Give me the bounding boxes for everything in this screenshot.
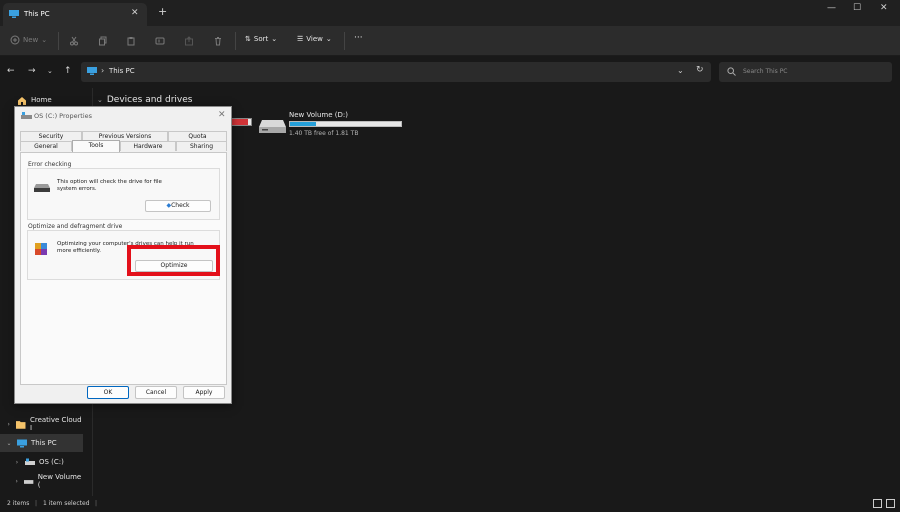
maximize-button[interactable]: ☐ xyxy=(853,3,861,13)
up-arrow-icon[interactable]: ↑ xyxy=(64,66,72,76)
monitor-icon xyxy=(9,10,19,18)
chevron-down-icon: ⌄ xyxy=(325,35,332,43)
drive-icon xyxy=(21,112,32,119)
search-placeholder: Search This PC xyxy=(743,68,788,75)
nav-item-creative-cloud[interactable]: › Creative Cloud I xyxy=(0,415,83,433)
forward-arrow-icon[interactable]: → xyxy=(28,66,36,76)
check-button-label: Check xyxy=(171,202,190,209)
view-label: View xyxy=(306,35,323,43)
nav-label-home: Home xyxy=(31,96,52,104)
optimize-label: Optimize and defragment drive xyxy=(28,223,125,230)
address-dropdown-icon[interactable]: ⌄ xyxy=(677,66,684,75)
minimize-button[interactable]: — xyxy=(827,3,836,13)
drive-d-capacity-bar xyxy=(289,121,402,127)
monitor-icon xyxy=(17,439,27,447)
recent-chevron-down-icon[interactable]: ⌄ xyxy=(47,67,53,75)
annotation-highlight-box xyxy=(127,245,220,276)
apply-button[interactable]: Apply xyxy=(183,386,225,399)
nav-label-this-pc: This PC xyxy=(31,439,57,447)
paste-icon[interactable] xyxy=(126,36,136,46)
nav-item-this-pc[interactable]: ⌄ This PC xyxy=(0,434,83,452)
toolbar-divider xyxy=(235,32,236,50)
breadcrumb-location[interactable]: This PC xyxy=(109,67,135,75)
refresh-icon[interactable]: ↻ xyxy=(696,65,704,75)
close-window-button[interactable]: ✕ xyxy=(880,3,888,13)
monitor-icon xyxy=(87,67,97,75)
tiles-view-icon[interactable] xyxy=(886,499,895,508)
drive-d-name: New Volume (D:) xyxy=(289,111,348,119)
command-bar: New ⌄ ⇅ Sort ⌄ ☰ View ⌄ ··· xyxy=(0,26,900,56)
tab-hardware[interactable]: Hardware xyxy=(120,141,176,151)
nav-item-new-volume[interactable]: › New Volume ( xyxy=(8,472,83,490)
hard-drive-icon xyxy=(259,120,286,133)
new-button[interactable]: New ⌄ xyxy=(10,35,47,45)
search-icon xyxy=(727,67,736,76)
check-button[interactable]: ◆Check xyxy=(145,200,211,212)
drive-icon xyxy=(34,184,50,192)
search-box[interactable]: Search This PC xyxy=(719,62,892,82)
rename-icon[interactable] xyxy=(155,36,165,46)
error-checking-description: This option will check the drive for fil… xyxy=(57,179,162,192)
tab-title: This PC xyxy=(24,10,50,18)
folder-icon xyxy=(16,420,26,429)
sort-label: Sort xyxy=(253,35,269,43)
ok-button[interactable]: OK xyxy=(87,386,129,399)
sort-button[interactable]: ⇅ Sort ⌄ xyxy=(245,35,277,43)
title-bar: This PC ✕ + — ☐ ✕ xyxy=(0,0,900,26)
status-item-count: 2 items xyxy=(7,500,30,507)
back-arrow-icon[interactable]: ← xyxy=(7,66,15,76)
dialog-title: OS (C:) Properties xyxy=(34,112,93,120)
drive-icon xyxy=(24,479,34,484)
drive-d-free-space: 1.40 TB free of 1.81 TB xyxy=(289,130,359,137)
view-button[interactable]: ☰ View ⌄ xyxy=(297,35,332,43)
drive-d-capacity-fill xyxy=(290,122,316,126)
tab-this-pc[interactable]: This PC ✕ xyxy=(3,3,147,26)
error-checking-label: Error checking xyxy=(28,161,74,168)
status-divider: | xyxy=(35,500,38,507)
tab-general[interactable]: General xyxy=(20,141,72,151)
nav-item-os-c[interactable]: › OS (C:) xyxy=(8,453,83,471)
section-devices-and-drives[interactable]: ⌄ Devices and drives xyxy=(97,95,192,105)
tab-tools[interactable]: Tools xyxy=(72,140,120,152)
chevron-down-icon: ⌄ xyxy=(271,35,278,43)
collapse-chevron-icon[interactable]: ⌄ xyxy=(4,440,14,447)
plus-circle-icon xyxy=(10,35,20,45)
section-title: Devices and drives xyxy=(106,95,193,105)
nav-label-new-volume: New Volume ( xyxy=(37,473,82,489)
nav-label-creative-cloud: Creative Cloud I xyxy=(29,416,82,432)
expand-chevron-icon[interactable]: › xyxy=(12,478,21,485)
sort-icon: ⇅ xyxy=(245,35,251,43)
status-selection: 1 item selected xyxy=(43,500,90,507)
new-tab-button[interactable]: + xyxy=(158,5,167,18)
address-bar[interactable]: › This PC ⌄ ↻ xyxy=(81,62,711,82)
chevron-down-icon: ⌄ xyxy=(41,36,48,44)
defrag-icon xyxy=(35,243,47,255)
copy-icon[interactable] xyxy=(98,36,108,46)
cancel-button[interactable]: Cancel xyxy=(135,386,177,399)
expand-chevron-icon[interactable]: › xyxy=(4,421,13,428)
status-divider: | xyxy=(95,500,98,507)
nav-label-os-c: OS (C:) xyxy=(39,458,64,466)
cut-icon[interactable] xyxy=(69,36,79,46)
new-label: New xyxy=(23,36,39,44)
delete-icon[interactable] xyxy=(213,36,223,46)
share-icon[interactable] xyxy=(184,36,194,46)
toolbar-divider xyxy=(344,32,345,50)
view-list-icon: ☰ xyxy=(297,35,304,43)
breadcrumb-chevron-icon: › xyxy=(101,66,105,75)
drive-icon xyxy=(25,458,35,465)
tab-close-icon[interactable]: ✕ xyxy=(131,8,139,18)
collapse-chevron-icon: ⌄ xyxy=(97,96,103,104)
tab-sharing[interactable]: Sharing xyxy=(176,141,227,151)
expand-chevron-icon[interactable]: › xyxy=(12,459,22,466)
home-icon xyxy=(18,96,26,105)
status-bar: 2 items | 1 item selected | xyxy=(0,496,900,512)
see-more-button[interactable]: ··· xyxy=(354,33,363,43)
error-checking-group: Error checking This option will check th… xyxy=(27,161,220,220)
details-view-icon[interactable] xyxy=(873,499,882,508)
dialog-close-icon[interactable]: ✕ xyxy=(218,110,226,120)
toolbar-divider xyxy=(58,32,59,50)
drive-d-tile[interactable]: New Volume (D:) 1.40 TB free of 1.81 TB xyxy=(259,110,409,142)
tab-quota[interactable]: Quota xyxy=(168,131,227,141)
